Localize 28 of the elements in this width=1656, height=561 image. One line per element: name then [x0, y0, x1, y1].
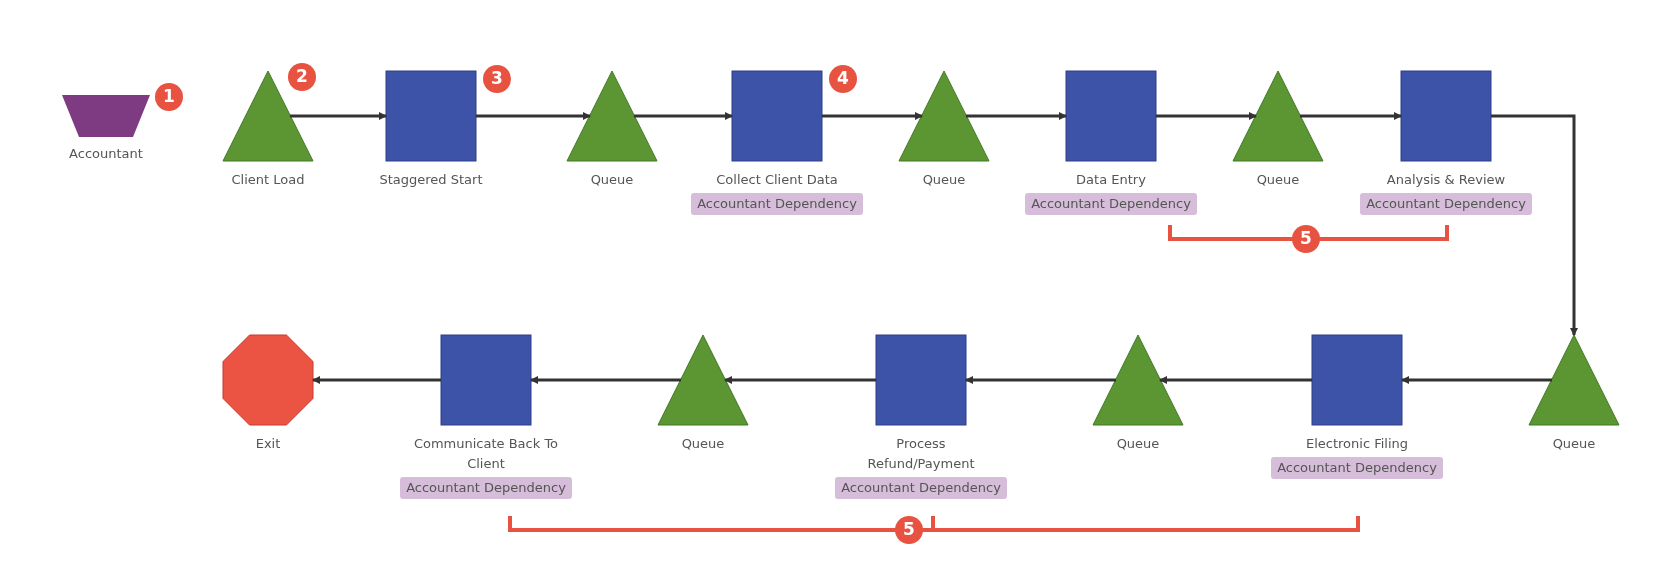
node-label: Analysis & Review	[1385, 171, 1507, 189]
node-label: Accountant	[68, 145, 144, 163]
node-label: Process Refund/Payment	[866, 435, 976, 473]
node-label: Queue	[680, 435, 726, 453]
node-label: Electronic Filing	[1304, 435, 1410, 453]
node-label: Queue	[1551, 435, 1597, 453]
number-badge: 2	[288, 63, 316, 91]
number-badge: 5	[1292, 225, 1320, 253]
dependency-tag: Accountant Dependency	[1360, 193, 1532, 215]
number-badge: 3	[483, 65, 511, 93]
node-label: Queue	[589, 171, 635, 189]
dependency-tag: Accountant Dependency	[1025, 193, 1197, 215]
node-label: Data Entry	[1075, 171, 1147, 189]
node-label: Client Load	[230, 171, 306, 189]
number-badge: 5	[895, 516, 923, 544]
number-badge: 4	[829, 65, 857, 93]
node-label: Queue	[1255, 171, 1301, 189]
dependency-tag: Accountant Dependency	[400, 477, 572, 499]
node-label: Staggered Start	[378, 171, 484, 189]
number-badge: 1	[155, 83, 183, 111]
node-label: Queue	[1115, 435, 1161, 453]
node-label: Communicate Back To Client	[412, 435, 560, 473]
node-label: Collect Client Data	[715, 171, 839, 189]
dependency-tag: Accountant Dependency	[835, 477, 1007, 499]
dependency-tag: Accountant Dependency	[691, 193, 863, 215]
dependency-tag: Accountant Dependency	[1271, 457, 1443, 479]
node-label: Exit	[254, 435, 282, 453]
node-label: Queue	[921, 171, 967, 189]
